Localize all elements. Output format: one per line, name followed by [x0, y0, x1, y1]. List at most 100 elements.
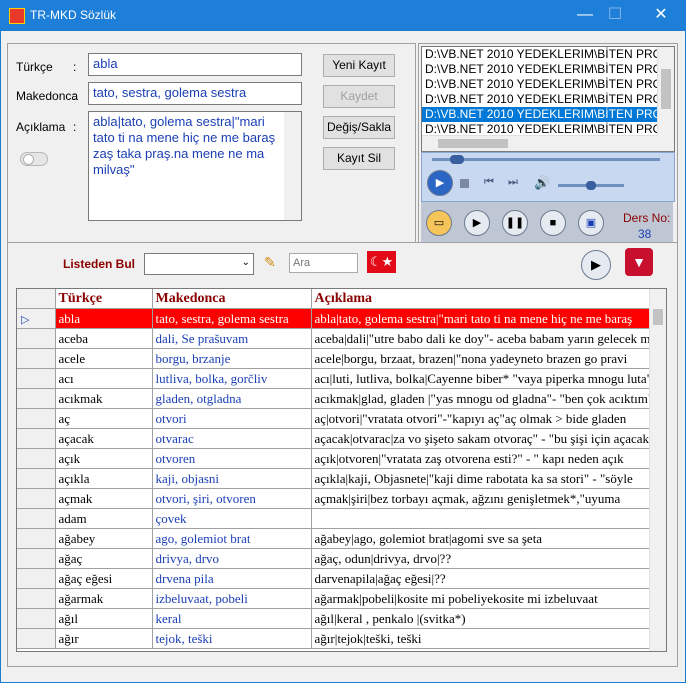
- delete-folder-icon[interactable]: ▼: [625, 248, 653, 276]
- close-button[interactable]: ✕: [646, 4, 676, 26]
- table-row[interactable]: aç otvori aç|otvori|"vratata otvori"-"kapı…: [17, 408, 651, 429]
- cell-makedonca[interactable]: otvori, şiri, otvoren: [152, 488, 312, 509]
- row-header[interactable]: [17, 368, 56, 389]
- previous-icon[interactable]: ⏮: [484, 176, 494, 189]
- row-header[interactable]: [17, 468, 56, 489]
- makedonca-input[interactable]: tato, sestra, golema sestra: [88, 82, 302, 105]
- grid-scrollbar[interactable]: [649, 289, 666, 651]
- cell-makedonca[interactable]: ago, golemiot brat: [152, 528, 312, 549]
- table-row[interactable]: ağaç eğesi drvena pila darvenapila|ağaç eğ…: [17, 568, 651, 589]
- table-row[interactable]: açık otvoren açık|otvoren|"vratata zaş otv…: [17, 448, 651, 469]
- cell-makedonca[interactable]: otvoren: [152, 448, 312, 469]
- filter-combobox[interactable]: ⌄: [144, 253, 254, 275]
- column-header-makedonca[interactable]: Makedonca: [152, 289, 312, 309]
- cell-aciklama[interactable]: acele|borgu, brzaat, brazen|"nona yadeyn…: [311, 348, 651, 369]
- cell-makedonca[interactable]: drvena pila: [152, 568, 312, 589]
- cell-aciklama[interactable]: ağıl|keral , penkalo |(svitka*): [311, 608, 651, 629]
- cell-turkce[interactable]: açık: [55, 448, 153, 469]
- cell-makedonca[interactable]: gladen, otgladna: [152, 388, 312, 409]
- volume-icon[interactable]: 🔊: [534, 175, 550, 191]
- table-row[interactable]: ağarmak izbeluvaat, pobeli ağarmak|pobeli|…: [17, 588, 651, 609]
- cell-makedonca[interactable]: çovek: [152, 508, 312, 529]
- row-header[interactable]: [17, 328, 56, 349]
- aciklama-textarea[interactable]: abla|tato, golema sestra|"mari tato ti n…: [88, 111, 302, 221]
- table-row[interactable]: ağabey ago, golemiot brat ağabey|ago, gole…: [17, 528, 651, 549]
- cell-aciklama[interactable]: acıkmak|glad, gladen |"yas mnogu od glad…: [311, 388, 651, 409]
- playlist-listbox[interactable]: D:\VB.NET 2010 YEDEKLERIM\BİTEN PROJELER…: [421, 46, 675, 152]
- cell-makedonca[interactable]: tejok, teški: [152, 628, 312, 649]
- broom-icon[interactable]: ✎: [264, 254, 276, 271]
- cell-turkce[interactable]: ağaç: [55, 548, 153, 569]
- volume-slider[interactable]: [558, 181, 624, 190]
- delete-record-button[interactable]: Kayıt Sil: [323, 147, 395, 170]
- table-row[interactable]: ağıl keral ağıl|keral , penkalo |(svitka*): [17, 608, 651, 629]
- cell-aciklama[interactable]: abla|tato, golema sestra|"mari tato ti n…: [311, 308, 651, 329]
- cell-makedonca[interactable]: keral: [152, 608, 312, 629]
- table-row[interactable]: acı lutliva, bolka, gorčliv acı|luti, lutl…: [17, 368, 651, 389]
- cell-turkce[interactable]: acele: [55, 348, 153, 369]
- cell-makedonca[interactable]: tato, sestra, golema sestra: [152, 308, 312, 329]
- search-input[interactable]: [289, 253, 358, 273]
- table-row[interactable]: açmak otvori, şiri, otvoren açmak|şiri|bez…: [17, 488, 651, 509]
- aciklama-scrollbar[interactable]: [284, 112, 301, 220]
- cell-aciklama[interactable]: açık|otvoren|"vratata zaş otvorena esti?…: [311, 448, 651, 469]
- row-header[interactable]: [17, 508, 56, 529]
- new-record-button[interactable]: Yeni Kayıt: [323, 54, 395, 77]
- row-header[interactable]: [17, 548, 56, 569]
- volume-thumb[interactable]: [586, 181, 596, 190]
- cell-aciklama[interactable]: açıkla|kaji, Objasnete|"kaji dime rabota…: [311, 468, 651, 489]
- cell-turkce[interactable]: açacak: [55, 428, 153, 449]
- cell-aciklama[interactable]: [311, 508, 651, 529]
- turkce-input[interactable]: abla: [88, 53, 302, 76]
- row-header[interactable]: [17, 528, 56, 549]
- edit-save-button[interactable]: Değiş/Sakla: [323, 116, 395, 139]
- playlist-item[interactable]: D:\VB.NET 2010 YEDEKLERIM\BİTEN PROJELER…: [422, 92, 674, 107]
- cell-aciklama[interactable]: ağarmak|pobeli|kosite mi pobeliyekosite …: [311, 588, 651, 609]
- row-header[interactable]: [17, 568, 56, 589]
- playlist-item[interactable]: D:\VB.NET 2010 YEDEKLERIM\BİTEN PROJELER…: [422, 62, 674, 77]
- cell-aciklama[interactable]: ağabey|ago, golemiot brat|agomi sve sa ş…: [311, 528, 651, 549]
- table-row[interactable]: ▷ abla tato, sestra, golema sestra abla|tat…: [17, 308, 651, 329]
- row-header[interactable]: [17, 608, 56, 629]
- cell-turkce[interactable]: aceba: [55, 328, 153, 349]
- table-row[interactable]: acıkmak gladen, otgladna acıkmak|glad, gla…: [17, 388, 651, 409]
- seek-bar[interactable]: [432, 155, 660, 164]
- cell-turkce[interactable]: adam: [55, 508, 153, 529]
- cell-makedonca[interactable]: otvori: [152, 408, 312, 429]
- cell-turkce[interactable]: ağır: [55, 628, 153, 649]
- pause-icon[interactable]: ❚❚: [502, 210, 528, 236]
- column-header-turkce[interactable]: Türkçe: [55, 289, 153, 309]
- table-row[interactable]: aceba dali, Se prašuvam aceba|dali|"utre b…: [17, 328, 651, 349]
- row-header[interactable]: [17, 408, 56, 429]
- row-header[interactable]: [17, 588, 56, 609]
- seek-thumb[interactable]: [450, 155, 464, 164]
- playlist-hscroll-thumb[interactable]: [438, 139, 508, 148]
- minimize-button[interactable]: —: [570, 4, 600, 26]
- row-header[interactable]: [17, 448, 56, 469]
- grid-scroll-thumb[interactable]: [653, 309, 663, 325]
- cell-aciklama[interactable]: ağır|tejok|teški, teški: [311, 628, 651, 649]
- stop-button-icon[interactable]: ■: [540, 210, 566, 236]
- save-button[interactable]: Kaydet: [323, 85, 395, 108]
- cell-aciklama[interactable]: darvenapila|ağaç eğesi|??: [311, 568, 651, 589]
- playlist-item[interactable]: D:\VB.NET 2010 YEDEKLERIM\BİTEN PROJELER…: [422, 77, 674, 92]
- row-header[interactable]: ▷: [17, 308, 56, 329]
- cell-makedonca[interactable]: lutliva, bolka, gorčliv: [152, 368, 312, 389]
- row-header[interactable]: [17, 488, 56, 509]
- playlist-scrollbar[interactable]: [657, 47, 674, 151]
- cell-makedonca[interactable]: izbeluvaat, pobeli: [152, 588, 312, 609]
- play-audio-icon[interactable]: ▶: [581, 250, 611, 280]
- play-icon[interactable]: ▶: [427, 170, 453, 196]
- cell-turkce[interactable]: ağıl: [55, 608, 153, 629]
- cell-turkce[interactable]: abla: [55, 308, 153, 329]
- cell-turkce[interactable]: acıkmak: [55, 388, 153, 409]
- cell-turkce[interactable]: ağarmak: [55, 588, 153, 609]
- stop-icon[interactable]: [460, 179, 469, 188]
- table-row[interactable]: acele borgu, brzanje acele|borgu, brzaat, …: [17, 348, 651, 369]
- cell-aciklama[interactable]: aceba|dali|"utre babo dali ke doy"- aceb…: [311, 328, 651, 349]
- playlist-item[interactable]: D:\VB.NET 2010 YEDEKLERIM\BİTEN PROJELER…: [422, 47, 674, 62]
- table-row[interactable]: açacak otvarac açacak|otvarac|za vo şişeto…: [17, 428, 651, 449]
- playlist-item[interactable]: D:\VB.NET 2010 YEDEKLERIM\BİTEN PROJELER…: [422, 107, 674, 122]
- cell-turkce[interactable]: ağabey: [55, 528, 153, 549]
- data-grid[interactable]: Türkçe Makedonca Açıklama ▷ abla tato, ses…: [16, 288, 667, 652]
